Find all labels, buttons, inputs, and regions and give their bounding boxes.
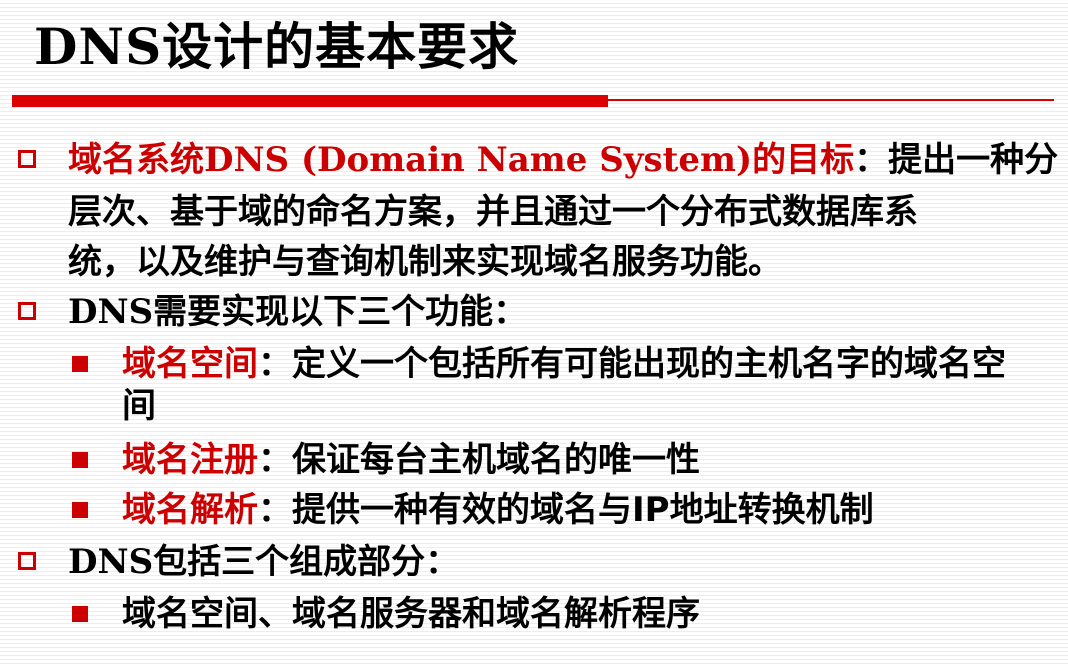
bullet3-text: DNS包括三个组成部分：	[68, 538, 459, 586]
bullet1-line1-text: ：提出一种分	[854, 140, 1059, 180]
hollow-square-bullet-icon	[18, 302, 36, 320]
title-underline-thick	[12, 95, 608, 107]
hollow-square-bullet-icon	[18, 150, 36, 168]
bullet1-term: 域名系统DNS (Domain Name System)的目标	[68, 140, 855, 180]
sub-item-domain-space: 域名空间：定义一个包括所有可能出现的主机名字的域名空	[122, 340, 1006, 388]
sub-item-text: ：定义一个包括所有可能出现的主机名字的域名空	[258, 344, 1006, 384]
bullet1-line2: 层次、基于域的命名方案，并且通过一个分布式数据库系	[68, 192, 918, 232]
sub-item-domain-resolution: 域名解析：提供一种有效的域名与IP地址转换机制	[122, 486, 874, 534]
bullet1-line1: 域名系统DNS (Domain Name System)的目标：提出一种分	[68, 136, 1058, 184]
sub-item-text: ：提供一种有效的域名与IP地址转换机制	[258, 490, 874, 530]
sub-item-text: ：保证每台主机域名的唯一性	[258, 440, 700, 480]
filled-square-bullet-icon	[72, 502, 88, 518]
sub-item-term: 域名解析	[122, 490, 258, 530]
slide-title: DNS设计的基本要求	[34, 17, 520, 76]
bullet2-prefix: DNS	[68, 292, 154, 332]
bullet2-label: 需要实现以下三个功能：	[153, 292, 528, 332]
hollow-square-bullet-icon	[18, 552, 36, 570]
bullet2-text: DNS需要实现以下三个功能：	[68, 288, 527, 336]
filled-square-bullet-icon	[72, 356, 88, 372]
sub-item-term: 域名空间	[122, 344, 258, 384]
sub-item-domain-space-wrap: 间	[122, 386, 156, 426]
filled-square-bullet-icon	[72, 452, 88, 468]
sub-item-components: 域名空间、域名服务器和域名解析程序	[122, 594, 700, 634]
filled-square-bullet-icon	[72, 606, 88, 622]
bullet3-prefix: DNS	[68, 542, 154, 582]
sub-item-domain-registration: 域名注册：保证每台主机域名的唯一性	[122, 436, 700, 484]
bullet3-label: 包括三个组成部分：	[153, 542, 460, 582]
bullet1-line3: 统，以及维护与查询机制来实现域名服务功能。	[68, 242, 782, 282]
sub-item-term: 域名注册	[122, 440, 258, 480]
title-underline-thin	[608, 99, 1054, 101]
